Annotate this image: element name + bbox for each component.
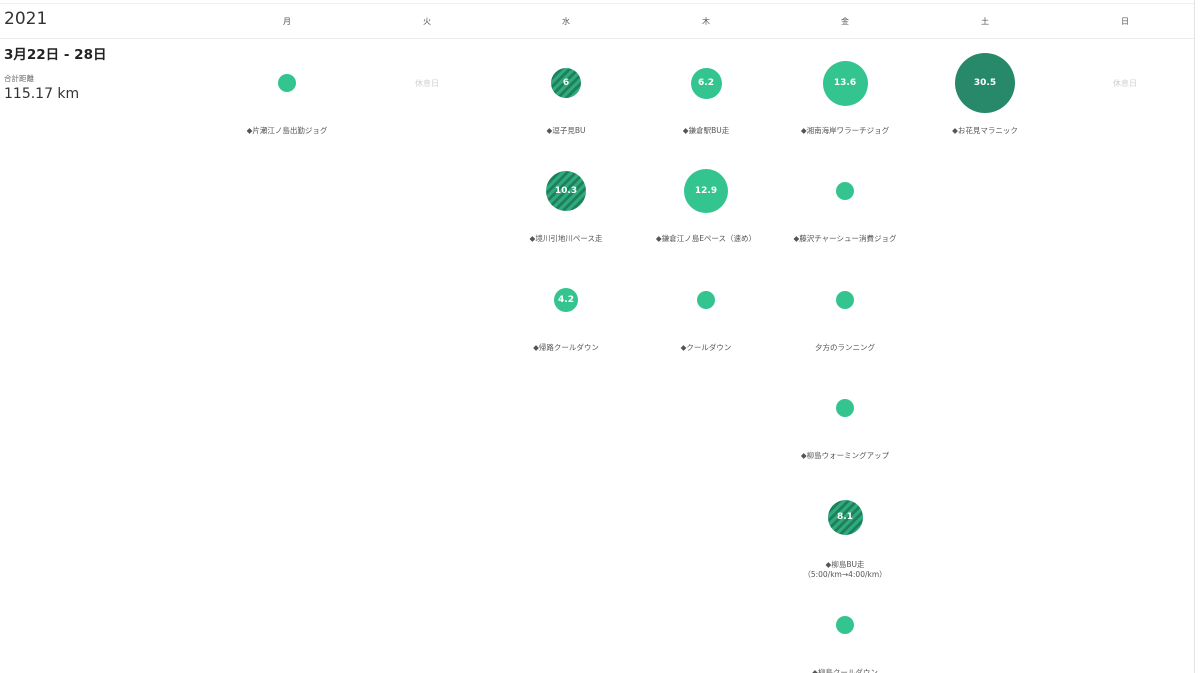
activity-label[interactable]: ◆柳島ウォーミングアップ: [780, 451, 910, 461]
activity-label[interactable]: ◆境川引地川ペース走: [501, 234, 631, 244]
activity-label-line: ◆片瀬江ノ島出勤ジョグ: [246, 126, 328, 135]
week-range[interactable]: 3月22日 - 28日: [4, 43, 106, 63]
activity-circle[interactable]: 13.6: [822, 60, 868, 106]
activity-label[interactable]: ◆クールダウン: [641, 343, 771, 353]
activity-circle[interactable]: 8.1: [827, 499, 863, 535]
total-distance-value: 115.17 km: [4, 86, 80, 102]
activity-circle[interactable]: [836, 399, 854, 417]
activity-label[interactable]: ◆鎌倉駅BU走: [641, 126, 771, 136]
day-header-0: 月: [283, 17, 291, 26]
rest-day-label: 休息日: [415, 79, 439, 88]
activity-circle[interactable]: 6.2: [690, 67, 722, 99]
activity-label-line: ◆柳島ウォーミングアップ: [800, 451, 890, 460]
activity-circle[interactable]: 12.9: [684, 169, 728, 213]
calendar-page: 2021 月火水木金土日 3月22日 - 28日 合計距離 115.17 km …: [0, 0, 1200, 673]
activity-label-line: ◆鎌倉駅BU走: [682, 126, 730, 135]
header-divider: [0, 38, 1195, 39]
activity-label-line: ◆帰路クールダウン: [533, 343, 599, 352]
day-header-3: 木: [702, 17, 710, 26]
activity-label[interactable]: ◆片瀬江ノ島出勤ジョグ: [222, 126, 352, 136]
activity-label[interactable]: ◆鎌倉江ノ島Eペース（速め）: [641, 234, 771, 244]
day-header-5: 土: [981, 17, 989, 26]
activity-circle[interactable]: [836, 616, 854, 634]
activity-label-line: ◆湘南海岸ワラーチジョグ: [800, 126, 890, 135]
activity-label[interactable]: ◆お花見マラニック: [920, 126, 1050, 136]
activity-label[interactable]: ◆柳島BU走 （5:00/km→4:00/km）: [780, 560, 910, 580]
activity-label[interactable]: ◆湘南海岸ワラーチジョグ: [780, 126, 910, 136]
activity-label[interactable]: ◆柳島クールダウン: [780, 668, 910, 673]
activity-circle[interactable]: [697, 291, 715, 309]
day-header-1: 火: [423, 17, 431, 26]
day-header-2: 水: [562, 17, 570, 26]
activity-label-line: ◆鎌倉江ノ島Eペース（速め）: [655, 234, 757, 243]
total-distance-label: 合計距離: [4, 74, 34, 83]
activity-label[interactable]: 夕方のランニング: [780, 343, 910, 353]
day-header-6: 日: [1121, 17, 1129, 26]
activity-label-line: ◆境川引地川ペース走: [529, 234, 603, 243]
activity-label-line: （5:00/km→4:00/km）: [803, 570, 887, 579]
activity-circle[interactable]: 10.3: [546, 171, 586, 211]
activity-label-line: ◆柳島クールダウン: [812, 668, 878, 673]
activity-label-line: ◆逗子見BU: [546, 126, 586, 135]
activity-label-line: 夕方のランニング: [815, 343, 875, 352]
activity-circle[interactable]: 6: [551, 68, 581, 98]
activity-label-line: ◆お花見マラニック: [952, 126, 1018, 135]
activity-label-line: ◆柳島BU走: [825, 560, 865, 569]
activity-label-line: ◆藤沢チャーシュー消費ジョグ: [793, 234, 897, 243]
top-divider: [0, 3, 1195, 4]
activity-circle[interactable]: 30.5: [955, 53, 1015, 113]
activity-circle[interactable]: 4.2: [554, 288, 578, 312]
right-border: [1194, 0, 1195, 673]
year-label: 2021: [4, 9, 48, 29]
activity-circle[interactable]: [836, 291, 854, 309]
activity-circle[interactable]: [836, 182, 854, 200]
activity-label[interactable]: ◆逗子見BU: [501, 126, 631, 136]
activity-circle[interactable]: [278, 74, 296, 92]
activity-label[interactable]: ◆帰路クールダウン: [501, 343, 631, 353]
day-header-4: 金: [841, 17, 849, 26]
activity-label-line: ◆クールダウン: [680, 343, 732, 352]
activity-label[interactable]: ◆藤沢チャーシュー消費ジョグ: [780, 234, 910, 244]
rest-day-label: 休息日: [1113, 79, 1137, 88]
